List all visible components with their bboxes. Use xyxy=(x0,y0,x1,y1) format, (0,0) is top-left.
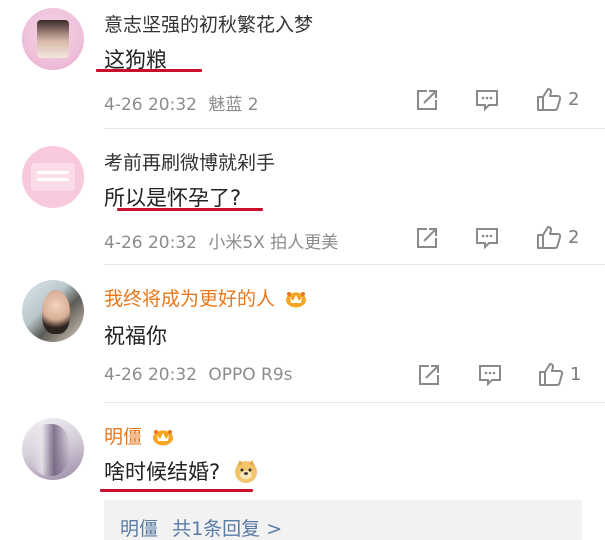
reply-preview-link[interactable]: 明僵 共1条回复 > xyxy=(120,514,282,540)
comment-time: 4-26 20:32 xyxy=(104,95,197,115)
like-icon xyxy=(537,88,562,111)
red-underline xyxy=(96,69,202,72)
vip-crown-icon xyxy=(286,292,307,308)
reply-author: 明僵 xyxy=(120,518,159,540)
avatar[interactable] xyxy=(22,418,84,480)
divider xyxy=(104,402,605,403)
divider xyxy=(104,264,605,265)
red-underline xyxy=(117,208,263,211)
comment-icon[interactable] xyxy=(477,362,503,388)
comment-username[interactable]: 我终将成为更好的人 xyxy=(104,284,307,311)
like-button[interactable]: 2 xyxy=(536,86,579,112)
share-icon[interactable] xyxy=(414,225,440,251)
comment-meta: 4-26 20:32 OPPO R9s xyxy=(104,365,293,385)
like-button[interactable]: 2 xyxy=(536,224,579,250)
username-text: 我终将成为更好的人 xyxy=(104,288,276,310)
comment-device: 小米5X 拍人更美 xyxy=(208,233,339,253)
red-underline xyxy=(100,489,253,492)
like-button[interactable]: 1 xyxy=(538,361,581,387)
like-count: 1 xyxy=(570,363,582,385)
like-count: 2 xyxy=(568,226,580,248)
comment-device: OPPO R9s xyxy=(208,365,293,385)
share-icon[interactable] xyxy=(414,87,440,113)
comment-icon[interactable] xyxy=(474,225,500,251)
comment-meta: 4-26 20:32 魅蓝 2 xyxy=(104,90,259,115)
username-text: 明僵 xyxy=(104,426,143,448)
comment-meta: 4-26 20:32 小米5X 拍人更美 xyxy=(104,228,338,253)
reply-preview[interactable]: 明僵 共1条回复 > xyxy=(104,500,582,540)
comment-username[interactable]: 意志坚强的初秋繁花入梦 xyxy=(104,10,313,37)
like-icon xyxy=(539,363,564,386)
comment-username[interactable]: 明僵 xyxy=(104,422,174,449)
doge-emoji-icon xyxy=(234,460,257,483)
divider xyxy=(104,128,605,129)
like-count: 2 xyxy=(568,88,580,110)
comment-time: 4-26 20:32 xyxy=(104,233,197,253)
comment-username[interactable]: 考前再刷微博就剁手 xyxy=(104,148,275,175)
comment-time: 4-26 20:32 xyxy=(104,365,197,385)
reply-summary: 共1条回复 > xyxy=(172,518,283,540)
avatar[interactable] xyxy=(22,280,84,342)
comment-device: 魅蓝 2 xyxy=(208,95,259,115)
share-icon[interactable] xyxy=(416,362,442,388)
avatar[interactable] xyxy=(22,146,84,208)
vip-crown-icon xyxy=(153,430,174,446)
avatar[interactable] xyxy=(22,8,84,70)
comment-text: 啥时候结婚? xyxy=(104,456,259,486)
comment-text-content: 啥时候结婚? xyxy=(104,460,221,484)
comment-icon[interactable] xyxy=(474,87,500,113)
like-icon xyxy=(537,226,562,249)
comment-text: 祝福你 xyxy=(104,324,167,348)
